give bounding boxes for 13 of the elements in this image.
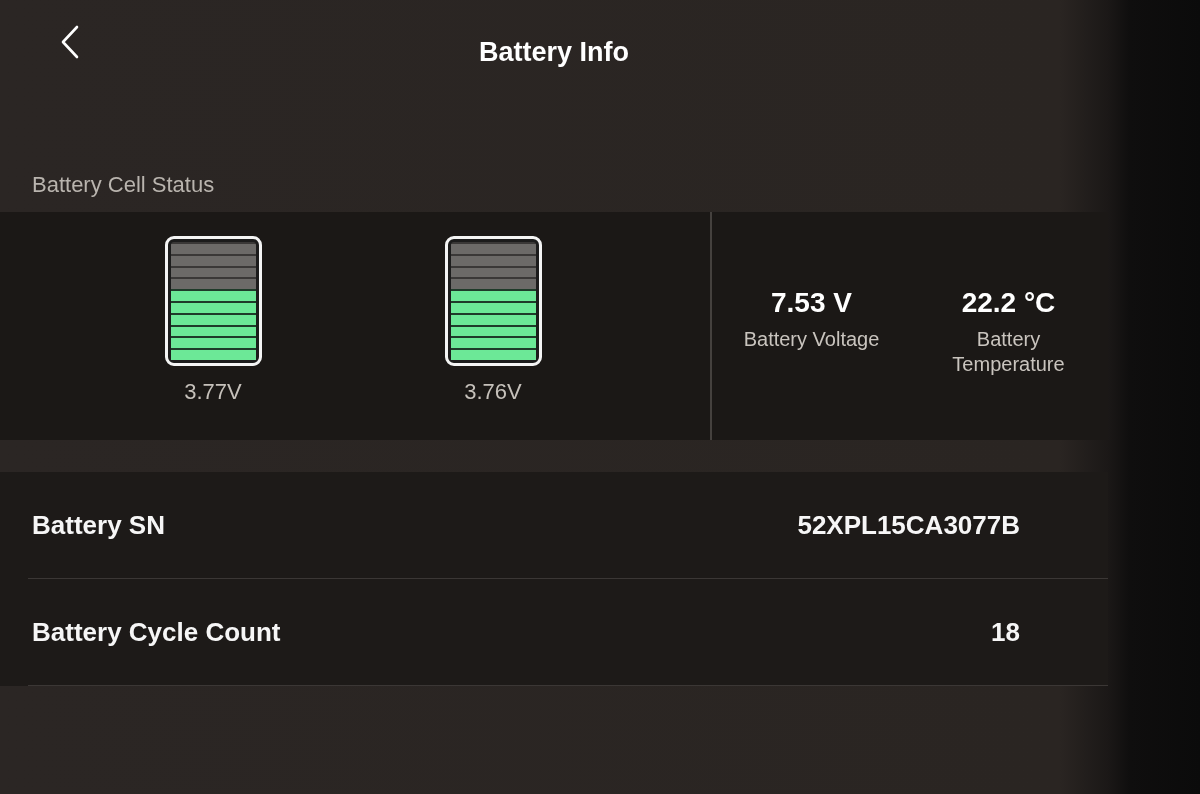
info-label: Battery Cycle Count <box>32 616 281 648</box>
section-label: Battery Cell Status <box>32 172 215 198</box>
cell-voltage-reading: 3.76V <box>464 378 522 406</box>
page-title: Battery Info <box>479 36 629 68</box>
stat-value: 22.2 °C <box>961 286 1056 320</box>
info-label: Battery SN <box>32 509 165 541</box>
back-icon <box>60 25 80 59</box>
stat-label: Battery Voltage <box>743 327 880 352</box>
cell-voltage-reading: 3.77V <box>184 378 242 406</box>
stat-value: 7.53 V <box>771 286 852 320</box>
stat-label: Battery Temperature <box>951 327 1066 377</box>
info-value: 18 <box>991 616 1020 648</box>
info-value: 52XPL15CA3077B <box>797 509 1020 541</box>
